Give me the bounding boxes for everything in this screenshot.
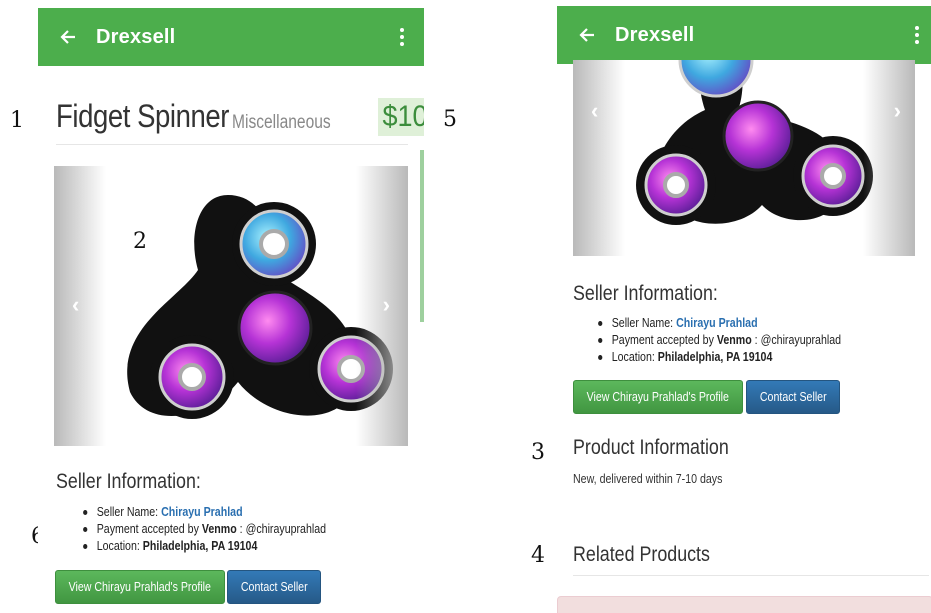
more-vert-icon[interactable] (915, 26, 919, 44)
seller-info-heading: Seller Information: (573, 282, 718, 305)
list-item: Payment accepted by Venmo : @chirayuprah… (78, 521, 326, 538)
right-screen: Drexsell ‹ › Seller Information: Seller … (557, 0, 931, 613)
payment-label: Payment accepted by (611, 333, 714, 347)
seller-info-list: Seller Name: Chirayu Prahlad Payment acc… (78, 504, 326, 555)
back-arrow-icon[interactable] (579, 27, 595, 43)
location-value: Philadelphia, PA 19104 (657, 350, 773, 364)
contact-seller-label: Contact Seller (759, 390, 827, 404)
payment-method: Venmo (716, 333, 752, 347)
chevron-right-icon[interactable]: › (383, 292, 390, 318)
fidget-spinner-image (127, 195, 393, 419)
chevron-left-icon[interactable]: ‹ (72, 292, 79, 318)
list-item: Payment accepted by Venmo : @chirayuprah… (593, 332, 841, 349)
payment-label: Payment accepted by (96, 522, 199, 536)
seller-name-label: Seller Name: (611, 316, 674, 330)
location-value: Philadelphia, PA 19104 (142, 539, 258, 553)
contact-seller-label: Contact Seller (240, 580, 308, 594)
list-item: Seller Name: Chirayu Prahlad (78, 504, 326, 521)
app-bar: Drexsell (557, 6, 931, 64)
product-header: Fidget Spinner Miscellaneous $10 (56, 98, 424, 145)
seller-name-link[interactable]: Chirayu Prahlad (676, 316, 757, 330)
app-title: Drexsell (96, 25, 176, 48)
app-bar: Drexsell (38, 8, 424, 66)
contact-seller-button[interactable]: Contact Seller (746, 380, 840, 414)
location-label: Location: (96, 539, 140, 553)
product-category: Miscellaneous (232, 112, 331, 133)
carousel-prev-control[interactable] (573, 60, 625, 256)
related-products-alert (557, 596, 931, 613)
annotation-5: 5 (443, 107, 457, 132)
list-item: Location: Philadelphia, PA 19104 (593, 349, 841, 366)
view-profile-button[interactable]: View Chirayu Prahlad's Profile (573, 380, 743, 414)
more-vert-icon[interactable] (400, 28, 404, 46)
carousel-prev-control[interactable] (54, 166, 106, 446)
seller-info-heading: Seller Information: (56, 470, 201, 493)
view-profile-label: View Chirayu Prahlad's Profile (586, 390, 730, 404)
annotation-2: 2 (133, 229, 147, 254)
chevron-right-icon[interactable]: › (894, 98, 901, 124)
product-info-heading: Product Information (573, 436, 729, 459)
carousel-next-control[interactable] (863, 60, 915, 256)
view-profile-label: View Chirayu Prahlad's Profile (68, 580, 212, 594)
seller-name-label: Seller Name: (96, 505, 159, 519)
product-price: $10 (378, 98, 424, 136)
product-image-carousel[interactable]: ‹ › (573, 60, 915, 256)
seller-info-list: Seller Name: Chirayu Prahlad Payment acc… (593, 315, 841, 366)
list-item: Location: Philadelphia, PA 19104 (78, 538, 326, 555)
payment-method: Venmo (201, 522, 237, 536)
annotation-4: 4 (531, 543, 545, 568)
chevron-left-icon[interactable]: ‹ (591, 98, 598, 124)
contact-seller-button[interactable]: Contact Seller (227, 570, 321, 604)
scroll-indicator[interactable] (420, 150, 424, 322)
seller-name-link[interactable]: Chirayu Prahlad (161, 505, 242, 519)
related-products-heading: Related Products (573, 543, 710, 566)
list-item: Seller Name: Chirayu Prahlad (593, 315, 841, 332)
product-info-text: New, delivered within 7-10 days (573, 472, 723, 486)
payment-handle: : @chirayuprahlad (754, 333, 842, 347)
location-label: Location: (611, 350, 655, 364)
app-title: Drexsell (615, 23, 695, 46)
payment-handle: : @chirayuprahlad (239, 522, 327, 536)
divider (573, 575, 929, 576)
annotation-3: 3 (531, 440, 545, 465)
annotation-1: 1 (10, 108, 24, 133)
product-image-carousel[interactable]: ‹ › (54, 166, 408, 446)
back-arrow-icon[interactable] (60, 29, 76, 45)
product-name: Fidget Spinner (56, 98, 229, 134)
left-screen: Drexsell Fidget Spinner Miscellaneous $1… (38, 0, 424, 613)
view-profile-button[interactable]: View Chirayu Prahlad's Profile (55, 570, 225, 604)
